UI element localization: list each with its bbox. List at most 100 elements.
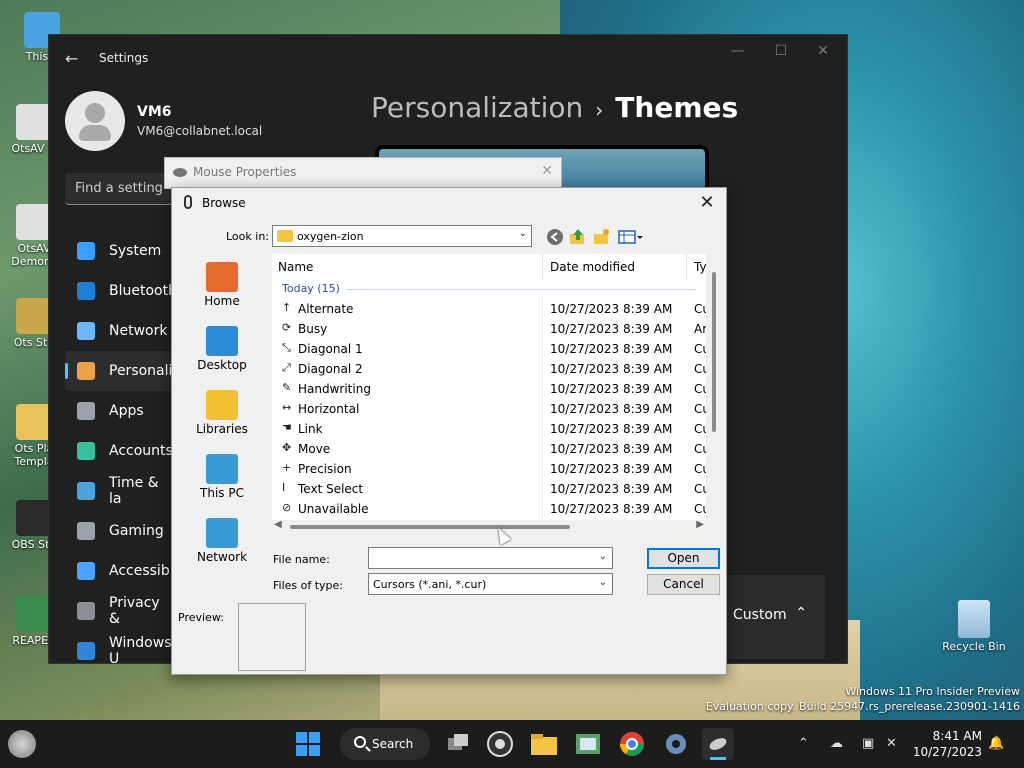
nav-item[interactable]: System	[65, 231, 175, 271]
user-profile[interactable]: VM6 VM6@collabnet.local	[65, 91, 262, 151]
cursor-file-icon: +	[282, 461, 292, 474]
column-type[interactable]: Ty	[694, 260, 706, 274]
place-item[interactable]: Desktop	[184, 326, 260, 386]
task-view-icon[interactable]	[442, 728, 474, 760]
file-name-input[interactable]: ⌄	[368, 547, 613, 569]
custom-label: Custom	[733, 607, 787, 623]
display-icon[interactable]: ▣	[862, 736, 874, 751]
nav-item[interactable]: Accessibi	[65, 551, 175, 591]
watermark-line-1: Windows 11 Pro Insider Preview	[845, 685, 1020, 698]
recycle-bin-label: Recycle Bin	[942, 640, 1006, 653]
file-type: Cu	[694, 482, 706, 496]
nav-item[interactable]: Time & la	[65, 471, 175, 511]
nav-item-label: Apps	[109, 403, 144, 419]
scroll-left-icon[interactable]: ◀	[274, 519, 282, 530]
monitor-icon	[77, 242, 95, 260]
nav-item[interactable]: Gaming	[65, 511, 175, 551]
back-arrow-icon[interactable]: ←	[65, 49, 89, 68]
place-item[interactable]: Home	[184, 262, 260, 322]
places-bar: Home Desktop Libraries This PC Network	[184, 258, 260, 578]
nav-item[interactable]: Network	[65, 311, 175, 351]
breadcrumb-chevron-icon: ›	[595, 98, 604, 122]
column-name[interactable]: Name	[278, 260, 313, 274]
new-folder-icon[interactable]	[593, 228, 611, 246]
control-panel-taskbar-icon[interactable]	[572, 728, 604, 760]
scrollbar-thumb[interactable]	[290, 525, 570, 529]
file-name: Diagonal 2	[298, 362, 363, 376]
file-row[interactable]: ⟳ Busy 10/27/2023 8:39 AM Ar	[272, 319, 706, 339]
file-row[interactable]: ⤡ Diagonal 1 10/27/2023 8:39 AM Cu	[272, 339, 706, 359]
file-row[interactable]: + Precision 10/27/2023 8:39 AM Cu	[272, 459, 706, 479]
obs-studio-taskbar-icon[interactable]	[484, 728, 516, 760]
place-item[interactable]: This PC	[184, 454, 260, 514]
close-icon[interactable]: ✕	[817, 43, 829, 59]
scrollbar-thumb[interactable]	[712, 272, 716, 432]
notification-bell-icon[interactable]: 🔔	[988, 736, 1004, 751]
nav-item[interactable]: Accounts	[65, 431, 175, 471]
nav-item[interactable]: Apps	[65, 391, 175, 431]
file-row[interactable]: I Text Select 10/27/2023 8:39 AM Cu	[272, 479, 706, 499]
nav-item-label: Accounts	[109, 443, 173, 459]
minimize-icon[interactable]: —	[731, 43, 745, 59]
group-header[interactable]: Today (15)	[282, 282, 340, 295]
horizontal-scrollbar[interactable]: ◀ ▶	[272, 519, 706, 532]
mouse-properties-taskbar-icon[interactable]	[702, 728, 734, 760]
shortcut-icon	[16, 298, 52, 334]
weather-widget-icon[interactable]	[8, 730, 36, 758]
file-type: Cu	[694, 402, 706, 416]
cancel-button[interactable]: Cancel	[647, 574, 720, 595]
file-row[interactable]: ↔ Horizontal 10/27/2023 8:39 AM Cu	[272, 399, 706, 419]
shortcut-icon	[16, 404, 52, 440]
scroll-right-icon[interactable]: ▶	[696, 519, 704, 530]
nav-item[interactable]: Privacy &	[65, 591, 175, 631]
chevron-down-icon[interactable]: ⌄	[599, 551, 607, 562]
cloud-icon[interactable]: ☁	[830, 736, 843, 751]
file-list[interactable]: Name Date modified Ty Today (15) ↑ Altern…	[272, 254, 706, 520]
chrome-taskbar-icon[interactable]	[616, 728, 648, 760]
person-icon	[77, 442, 95, 460]
nav-item[interactable]: Personaliz	[65, 351, 180, 391]
vertical-scrollbar[interactable]	[710, 254, 718, 520]
file-row[interactable]: ⤢ Diagonal 2 10/27/2023 8:39 AM Cu	[272, 359, 706, 379]
file-name: Link	[298, 422, 323, 436]
file-row[interactable]: ✎ Handwriting 10/27/2023 8:39 AM Cu	[272, 379, 706, 399]
up-folder-icon[interactable]	[569, 228, 587, 246]
close-icon[interactable]: ✕	[541, 163, 553, 179]
files-of-type-select[interactable]: Cursors (*.ani, *.cur) ⌄	[368, 573, 613, 595]
nav-item-label: System	[109, 243, 162, 259]
look-in-label: Look in:	[226, 230, 269, 243]
nav-item[interactable]: Windows U	[65, 631, 175, 671]
place-item[interactable]: Network	[184, 518, 260, 578]
settings-taskbar-icon[interactable]	[660, 728, 692, 760]
file-row[interactable]: ⊘ Unavailable 10/27/2023 8:39 AM Cu	[272, 499, 706, 519]
chevron-up-icon[interactable]: ⌃	[798, 736, 809, 751]
cursor-file-icon: I	[282, 481, 286, 494]
open-button[interactable]: Open	[647, 548, 720, 569]
back-icon[interactable]	[546, 228, 564, 246]
cursor-file-icon: ✥	[282, 441, 292, 454]
recycle-bin-shortcut[interactable]: Recycle Bin	[942, 600, 1006, 653]
taskbar-clock[interactable]: 8:41 AM 10/27/2023	[913, 728, 982, 760]
file-row[interactable]: ✥ Move 10/27/2023 8:39 AM Cu	[272, 439, 706, 459]
taskbar-search-button[interactable]: Search	[340, 728, 430, 760]
file-name: Alternate	[298, 302, 354, 316]
file-row[interactable]: ↑ Alternate 10/27/2023 8:39 AM Cu	[272, 299, 706, 319]
nav-item[interactable]: Bluetooth	[65, 271, 177, 311]
start-button[interactable]	[292, 728, 324, 760]
close-icon[interactable]: ✕	[696, 192, 718, 213]
place-item[interactable]: Libraries	[184, 390, 260, 450]
mouse-properties-title: Mouse Properties	[193, 165, 297, 179]
volume-muted-icon[interactable]: ✕	[886, 736, 897, 751]
nav-item-label: Bluetooth	[109, 283, 177, 299]
preview-label: Preview:	[178, 611, 224, 624]
file-row[interactable]: ☚ Link 10/27/2023 8:39 AM Cu	[272, 419, 706, 439]
breadcrumb-parent[interactable]: Personalization	[371, 91, 583, 124]
view-menu-icon[interactable]	[618, 228, 644, 246]
column-date-modified[interactable]: Date modified	[550, 260, 635, 274]
file-explorer-taskbar-icon[interactable]	[528, 728, 560, 760]
custom-theme-row[interactable]: Custom ⌃	[725, 575, 825, 659]
maximize-icon[interactable]: ☐	[775, 43, 788, 59]
update-icon	[77, 642, 95, 660]
recycle-bin-icon	[958, 600, 990, 638]
look-in-select[interactable]: oxygen-zion ⌄	[272, 225, 532, 247]
